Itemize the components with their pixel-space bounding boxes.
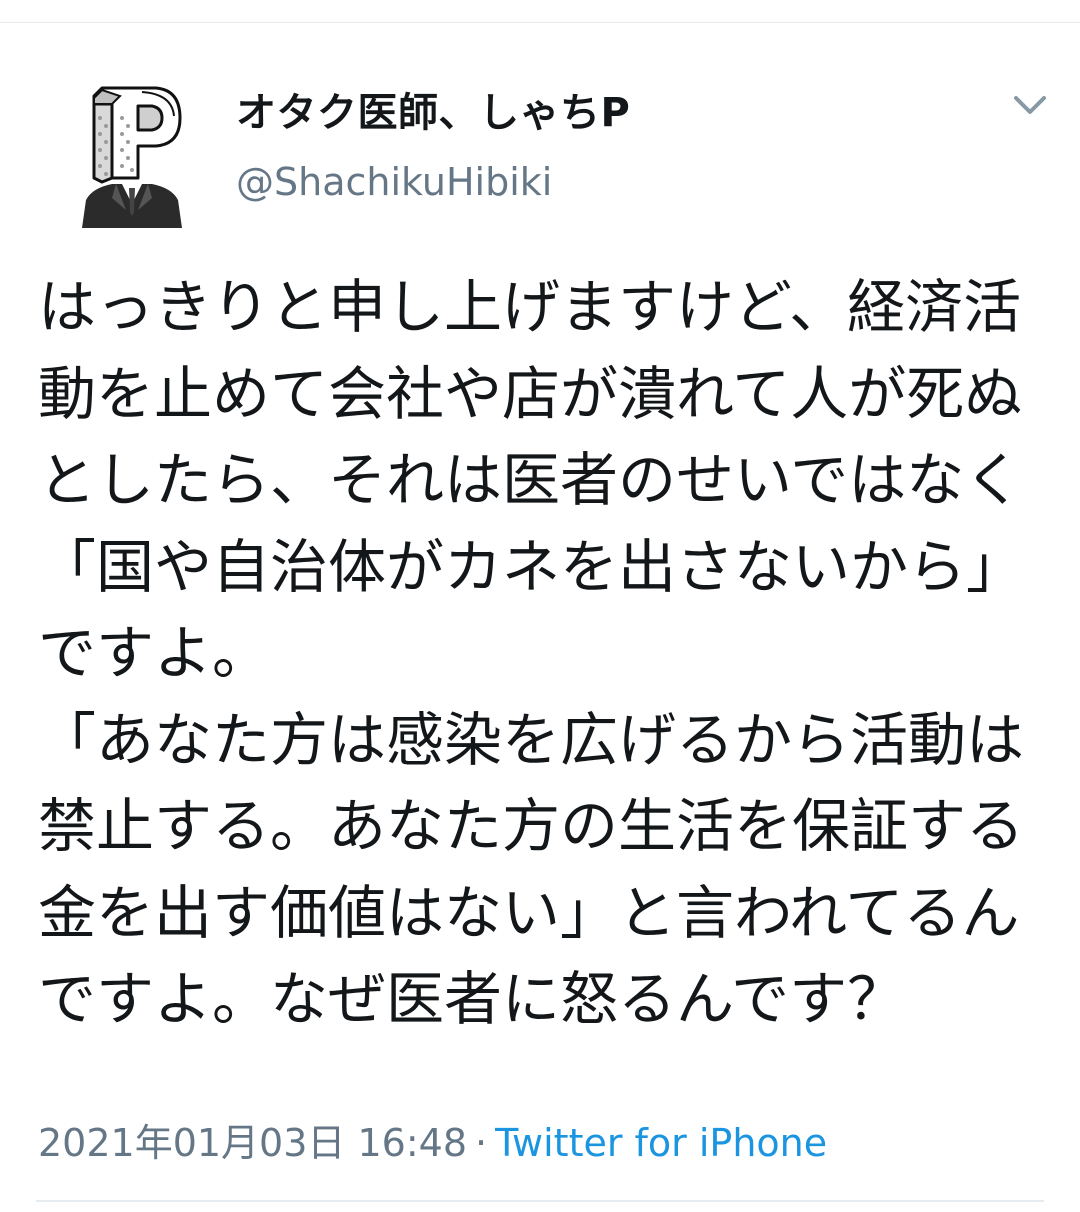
- display-name[interactable]: オタク医師、しゃちP: [236, 80, 630, 138]
- tweet-text: はっきりと申し上げますけど、経済活動を止めて会社や店が潰れて人が死ぬとしたら、そ…: [38, 273, 1025, 1033]
- bottom-divider: [36, 1200, 1044, 1202]
- tweet-timestamp[interactable]: 2021年01月03日 16:48: [38, 1121, 467, 1165]
- tweet-meta: 2021年01月03日 16:48 · Twitter for iPhone: [38, 1112, 827, 1167]
- tweet-header: オタク医師、しゃちP @ShachikuHibiki: [0, 60, 1080, 230]
- tweet-source-link[interactable]: Twitter for iPhone: [495, 1121, 827, 1165]
- meta-separator: ·: [475, 1121, 488, 1165]
- user-handle[interactable]: @ShachikuHibiki: [236, 160, 552, 204]
- avatar[interactable]: [72, 78, 192, 228]
- p-letter-suit-avatar-icon: [82, 86, 182, 228]
- chevron-down-icon[interactable]: [1010, 90, 1050, 120]
- top-divider: [0, 22, 1080, 23]
